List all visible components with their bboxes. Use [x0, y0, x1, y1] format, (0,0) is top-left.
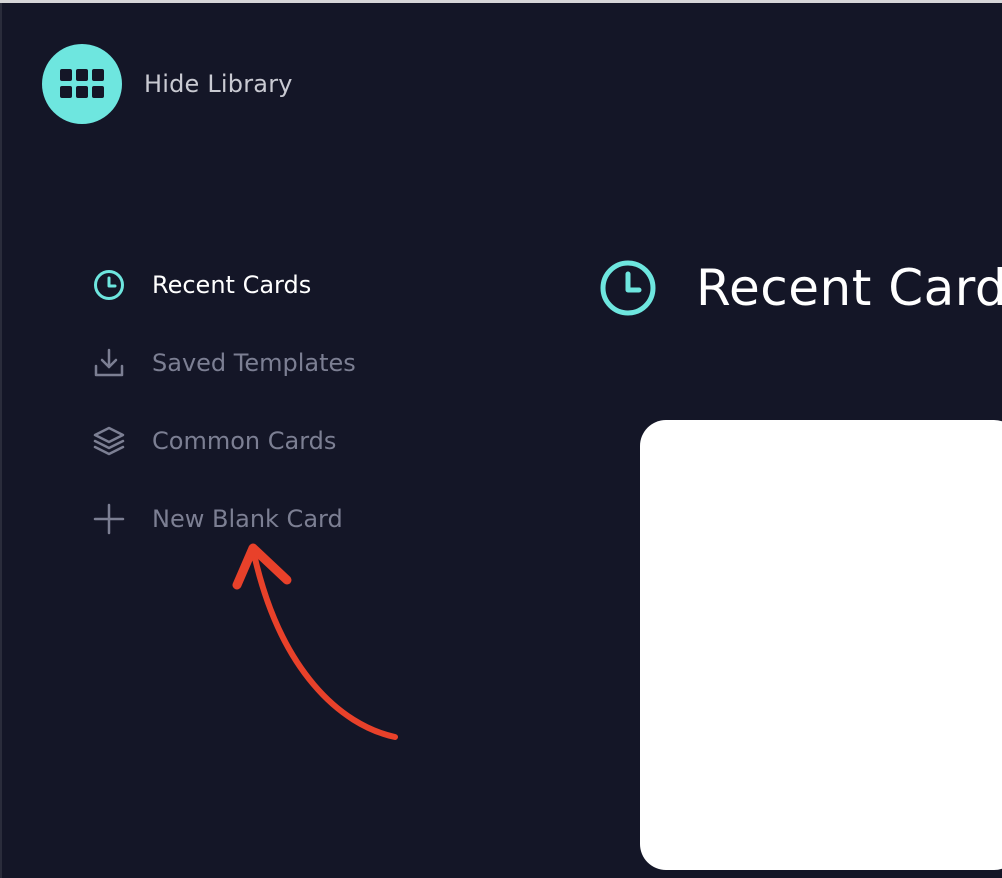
app-window: Hide Library Recent Cards Saved Template…	[0, 0, 1002, 878]
sidebar-item-label: Common Cards	[152, 427, 337, 455]
sidebar-item-saved-templates[interactable]: Saved Templates	[90, 340, 356, 386]
grid-icon	[60, 69, 104, 98]
sidebar-nav: Recent Cards Saved Templates Common Card…	[90, 262, 356, 574]
clock-icon	[90, 266, 128, 304]
grid-icon-circle[interactable]	[42, 44, 122, 124]
sidebar-item-label: New Blank Card	[152, 505, 343, 533]
card-preview[interactable]	[640, 420, 1002, 870]
page-header: Recent Cards	[598, 258, 1002, 318]
window-left-edge	[0, 3, 2, 878]
clock-icon	[600, 260, 656, 316]
plus-icon	[90, 500, 128, 538]
sidebar-item-new-blank-card[interactable]: New Blank Card	[90, 496, 356, 542]
sidebar-item-label: Saved Templates	[152, 349, 356, 377]
hide-library-label: Hide Library	[144, 70, 293, 98]
layers-icon	[90, 422, 128, 460]
window-top-border	[0, 0, 1002, 3]
sidebar-item-common-cards[interactable]: Common Cards	[90, 418, 356, 464]
download-icon	[90, 344, 128, 382]
hide-library-button[interactable]: Hide Library	[42, 44, 293, 124]
sidebar-item-label: Recent Cards	[152, 271, 312, 299]
sidebar-item-recent-cards[interactable]: Recent Cards	[90, 262, 356, 308]
page-title: Recent Cards	[696, 259, 1002, 317]
